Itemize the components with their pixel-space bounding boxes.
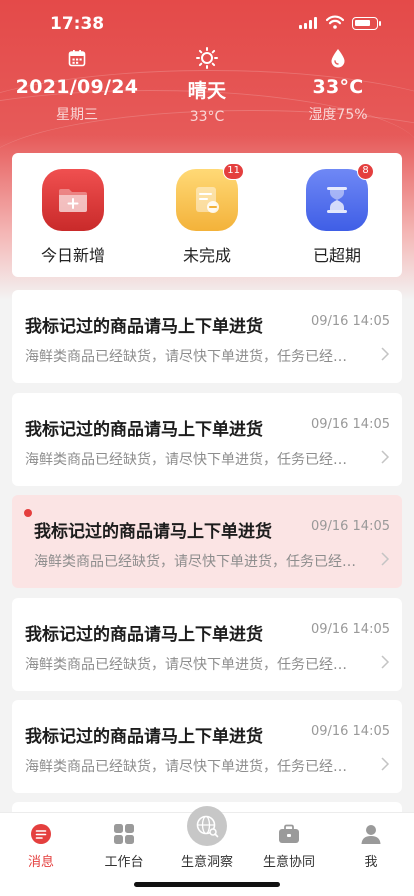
quick-action-today-new[interactable]: 今日新增 <box>28 169 118 266</box>
weekday-label: 星期三 <box>56 107 98 123</box>
briefcase-icon <box>249 821 329 847</box>
message-title: 我标记过的商品请马上下单进货 <box>25 625 263 645</box>
message-time: 09/16 14:05 <box>310 622 390 637</box>
condition-column: 晴天 33°C <box>137 46 277 125</box>
quick-action-overdue[interactable]: 8 已超期 <box>292 163 382 266</box>
humidity-column: 33°C 湿度75% <box>268 46 408 124</box>
folder-add-icon <box>42 169 104 231</box>
water-drop-icon <box>268 46 408 70</box>
calendar-icon <box>7 46 147 70</box>
grid-icon <box>84 821 164 847</box>
quick-action-label: 未完成 <box>182 246 231 265</box>
tab-me[interactable]: 我 <box>331 821 411 870</box>
overdue-count-badge: 8 <box>357 163 374 180</box>
message-time: 09/16 14:05 <box>310 519 390 534</box>
temperature-value: 33°C <box>312 76 364 98</box>
message-description: 海鲜类商品已经缺货，请尽快下单进货，任务已经超期 <box>25 657 357 673</box>
globe-search-icon <box>196 815 219 838</box>
message-title: 我标记过的商品请马上下单进货 <box>25 420 263 440</box>
message-title: 我标记过的商品请马上下单进货 <box>25 727 263 747</box>
tab-label: 消息 <box>27 855 54 870</box>
tab-label: 生意协同 <box>262 855 315 870</box>
chevron-right-icon <box>381 655 390 669</box>
quick-action-label: 已超期 <box>312 246 361 265</box>
home-indicator <box>134 882 280 887</box>
message-time: 09/16 14:05 <box>310 417 390 432</box>
tab-business-collab[interactable]: 生意协同 <box>249 821 329 870</box>
chevron-right-icon <box>381 552 390 566</box>
message-title: 我标记过的商品请马上下单进货 <box>34 522 272 542</box>
message-icon <box>1 821 81 847</box>
message-card[interactable]: 我标记过的商品请马上下单进货 09/16 14:05 海鲜类商品已经缺货，请尽快… <box>12 700 402 793</box>
chevron-right-icon <box>381 450 390 464</box>
date-value: 2021/09/24 <box>15 76 139 98</box>
person-icon <box>331 821 411 847</box>
cellular-signal-icon <box>299 17 319 29</box>
condition-value: 晴天 <box>187 80 227 102</box>
message-description: 海鲜类商品已经缺货，请尽快下单进货，任务已经超期 <box>25 759 357 775</box>
document-minus-icon: 11 <box>176 163 244 231</box>
tab-workbench[interactable]: 工作台 <box>84 821 164 870</box>
wifi-icon <box>326 15 344 29</box>
unread-dot <box>24 509 32 517</box>
tab-label: 我 <box>364 855 378 870</box>
date-column: 2021/09/24 星期三 <box>7 46 147 124</box>
tab-label: 工作台 <box>104 855 144 870</box>
chevron-right-icon <box>381 347 390 361</box>
message-time: 09/16 14:05 <box>310 314 390 329</box>
hourglass-icon: 8 <box>306 163 374 231</box>
message-card[interactable]: 我标记过的商品请马上下单进货 09/16 14:05 海鲜类商品已经缺货，请尽快… <box>12 598 402 691</box>
message-description: 海鲜类商品已经缺货，请尽快下单进货，任务已经超期 <box>25 452 357 468</box>
incomplete-count-badge: 11 <box>223 163 244 180</box>
sun-icon <box>137 46 277 70</box>
quick-action-incomplete[interactable]: 11 未完成 <box>162 163 252 266</box>
battery-icon <box>352 17 381 30</box>
humidity-value: 湿度75% <box>308 107 368 123</box>
message-description: 海鲜类商品已经缺货，请尽快下单进货，任务已经超期 <box>34 554 356 570</box>
weather-panel: 2021/09/24 星期三 晴天 33°C 33°C 湿度75% <box>0 46 414 126</box>
quick-actions-card: 今日新增 11 未完成 8 已超期 <box>12 153 402 277</box>
message-card[interactable]: 我标记过的商品请马上下单进货 09/16 14:05 海鲜类商品已经缺货，请尽快… <box>12 393 402 486</box>
quick-action-label: 今日新增 <box>40 246 105 265</box>
chevron-right-icon <box>381 757 390 771</box>
message-description: 海鲜类商品已经缺货，请尽快下单进货，任务已经超期 <box>25 349 357 365</box>
message-title: 我标记过的商品请马上下单进货 <box>25 317 263 337</box>
status-bar: 17:38 <box>0 0 414 48</box>
condition-temperature: 33°C <box>189 109 225 125</box>
message-time: 09/16 14:05 <box>310 724 390 739</box>
message-card-unread[interactable]: 我标记过的商品请马上下单进货 09/16 14:05 海鲜类商品已经缺货，请尽快… <box>12 495 402 588</box>
tab-label: 生意洞察 <box>180 855 233 870</box>
status-time: 17:38 <box>50 14 105 34</box>
message-card[interactable]: 我标记过的商品请马上下单进货 09/16 14:05 海鲜类商品已经缺货，请尽快… <box>12 290 402 383</box>
tab-messages[interactable]: 消息 <box>1 821 81 870</box>
business-insight-center-button[interactable] <box>187 806 227 846</box>
